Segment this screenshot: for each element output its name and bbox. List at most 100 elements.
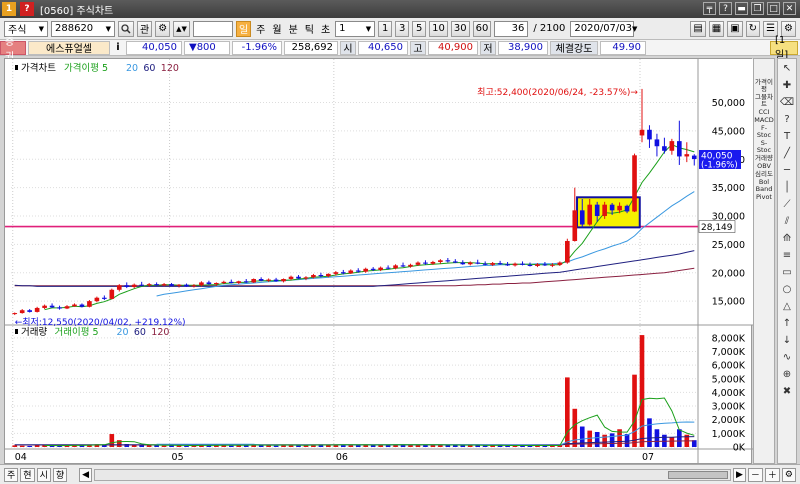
tab-bottom-2[interactable]: 현 xyxy=(20,467,35,482)
price-tick-label: 50,000 xyxy=(712,98,745,109)
tab-minute[interactable]: 분 xyxy=(287,21,300,36)
refresh-icon[interactable]: ↻ xyxy=(745,20,761,37)
tab-month[interactable]: 월 xyxy=(270,21,283,36)
candle-body xyxy=(400,265,406,267)
arrow-down-icon[interactable]: ↓ xyxy=(779,333,795,348)
indicator-bol[interactable]: Bol Band xyxy=(754,179,774,193)
interval-30[interactable]: 30 xyxy=(450,20,470,37)
indicator-grid[interactable]: 그물차트 xyxy=(754,94,774,108)
code-input[interactable]: 288620 ▼ xyxy=(51,20,115,37)
indicator-ma[interactable]: 가격이평 xyxy=(754,79,774,93)
settings-icon[interactable]: ⚙ xyxy=(155,20,171,37)
grid-icon[interactable]: ▦ xyxy=(708,20,725,37)
info-icon[interactable]: i xyxy=(112,41,124,55)
crosshair-icon[interactable]: ✚ xyxy=(779,78,795,93)
print-icon[interactable]: ▤ xyxy=(690,20,706,37)
pin-icon[interactable]: ╤ xyxy=(703,2,716,15)
volume-bar xyxy=(303,445,309,447)
volume-bar xyxy=(677,429,682,447)
restore-icon[interactable]: ❐ xyxy=(751,2,764,15)
indicator-sstoc[interactable]: S-Stoc xyxy=(754,140,774,154)
scrollbar-track[interactable] xyxy=(94,468,731,481)
tab-bottom-1[interactable]: 주 xyxy=(4,467,19,482)
chart-area[interactable]: 50,00045,00040,00035,00030,00025,00020,0… xyxy=(4,58,753,465)
watch-button[interactable]: 관 xyxy=(137,20,153,37)
text-icon[interactable]: T xyxy=(779,129,795,144)
line-icon[interactable]: ╱ xyxy=(779,146,795,161)
trend-icon[interactable]: ⟋ xyxy=(779,197,795,212)
wave-icon[interactable]: ∿ xyxy=(779,350,795,365)
tab-day[interactable]: 일 xyxy=(235,20,252,37)
scroll-left-icon[interactable]: ◀ xyxy=(79,467,93,482)
count-input[interactable]: 36 xyxy=(494,20,529,37)
maximize-icon[interactable]: □ xyxy=(767,2,780,15)
indicator-volume[interactable]: 거래량 xyxy=(754,155,774,162)
cursor-icon[interactable]: ↖ xyxy=(779,61,795,76)
fan-icon[interactable]: ⟰ xyxy=(779,231,795,246)
scrollbar-thumb[interactable] xyxy=(667,470,728,479)
volume-bar xyxy=(154,445,159,447)
interval-10[interactable]: 10 xyxy=(429,20,448,37)
chevron-down-icon: ▼ xyxy=(632,24,638,33)
candle-body xyxy=(430,261,436,264)
chart-svg[interactable]: 50,00045,00040,00035,00030,00025,00020,0… xyxy=(5,59,753,465)
interval-3[interactable]: 3 xyxy=(395,20,410,37)
hline-icon[interactable]: ─ xyxy=(779,163,795,178)
settings-small-icon[interactable]: ⚙ xyxy=(781,467,796,482)
calendar-icon[interactable]: ▣ xyxy=(727,20,743,37)
rect-icon[interactable]: ▭ xyxy=(779,265,795,280)
candle-body xyxy=(423,262,428,264)
indicator-obv[interactable]: OBV xyxy=(754,163,774,170)
candle-body xyxy=(131,284,137,287)
tab-bottom-4[interactable]: 향 xyxy=(52,467,68,482)
indicator-macd[interactable]: MACD xyxy=(754,117,774,124)
tab-second[interactable]: 초 xyxy=(319,21,332,36)
tab-tick[interactable]: 틱 xyxy=(303,21,316,36)
date-input[interactable]: 2020/07/03 ▼ xyxy=(570,20,638,37)
circle-icon[interactable]: ○ xyxy=(779,282,795,297)
candle-body xyxy=(497,263,503,265)
open-price: 40,650 xyxy=(358,40,408,55)
interval-1[interactable]: 1 xyxy=(378,20,393,37)
close-icon[interactable]: ✕ xyxy=(783,2,796,15)
channel-icon[interactable]: ⫽ xyxy=(779,214,795,229)
eraser-icon[interactable]: ⌫ xyxy=(779,95,795,110)
candle-body xyxy=(228,281,234,283)
arrow-up-icon[interactable]: ↑ xyxy=(779,316,795,331)
interval-60[interactable]: 60 xyxy=(472,20,492,37)
help-small-icon[interactable]: ? xyxy=(20,2,34,16)
zoom-icon[interactable]: ⊕ xyxy=(779,367,795,382)
candle-body xyxy=(27,310,32,312)
spin-icon[interactable]: ▲▼ xyxy=(173,20,190,37)
trash-icon[interactable]: ✖ xyxy=(779,384,795,399)
price-pane xyxy=(5,59,753,325)
triangle-icon[interactable]: △ xyxy=(779,299,795,314)
candle-body xyxy=(87,301,92,307)
indicator-pivot[interactable]: Pivot xyxy=(754,194,774,201)
candle-body xyxy=(654,139,660,147)
volume-tick-label: 6,000K xyxy=(712,361,746,372)
indicator-fstoc[interactable]: F-Stoc xyxy=(754,125,774,139)
volume-bar xyxy=(273,445,279,447)
tab-bottom-3[interactable]: 시 xyxy=(36,467,51,482)
vline-icon[interactable]: │ xyxy=(779,180,795,195)
minimize-icon[interactable]: ▬ xyxy=(735,2,748,15)
volume-bar xyxy=(565,377,570,447)
open-label: 시 xyxy=(340,40,356,55)
total-count: / 2100 xyxy=(533,23,566,34)
zoom-out-icon[interactable]: － xyxy=(747,467,763,482)
volume-bar xyxy=(12,445,18,447)
zoom-in-icon[interactable]: ＋ xyxy=(764,467,780,482)
stock-name[interactable]: 에스퓨얼셀 xyxy=(28,40,110,55)
fibo-icon[interactable]: ≡ xyxy=(779,248,795,263)
search-icon[interactable] xyxy=(118,20,134,37)
indicator-cci[interactable]: CCI xyxy=(754,109,774,116)
interval-select[interactable]: 1 ▼ xyxy=(335,20,376,37)
prev-next-slot[interactable] xyxy=(192,20,233,37)
tab-week[interactable]: 주 xyxy=(254,21,267,36)
indicator-psy[interactable]: 심리도 xyxy=(754,171,774,178)
question-icon[interactable]: ? xyxy=(779,112,795,127)
scroll-right-icon[interactable]: ▶ xyxy=(732,467,746,482)
help-icon[interactable]: ? xyxy=(719,2,732,15)
interval-5[interactable]: 5 xyxy=(412,20,427,37)
